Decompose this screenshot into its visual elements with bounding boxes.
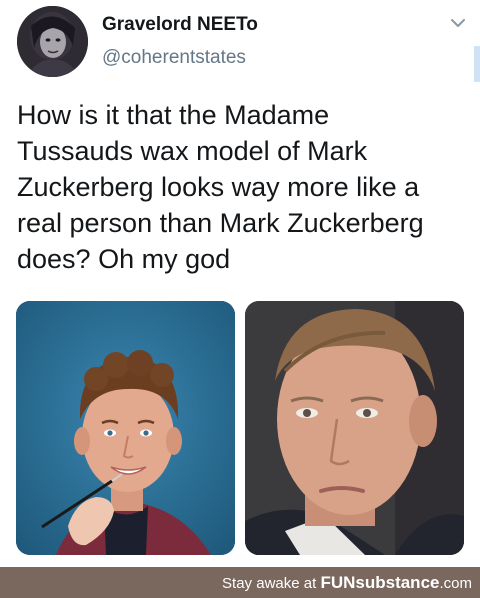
watermark-text: Stay awake at FUNsubstance.com [222, 573, 472, 593]
tweet-text: How is it that the Madame Tussauds wax m… [17, 100, 424, 274]
watermark-footer: Stay awake at FUNsubstance.com [0, 567, 480, 598]
scroll-indicator [474, 46, 480, 82]
real-person-photo[interactable] [245, 301, 464, 555]
watermark-brand-substance: substance [355, 573, 440, 592]
chevron-down-icon[interactable] [448, 15, 468, 31]
watermark-brand-fun: FUN [320, 573, 356, 592]
wax-figure-photo[interactable] [16, 301, 235, 555]
author-handle[interactable]: @coherentstates [102, 47, 246, 69]
author-name[interactable]: Gravelord NEETo [102, 14, 258, 36]
watermark-brand: FUNsubstance [320, 573, 439, 592]
watermark-prefix: Stay awake at [222, 575, 321, 592]
avatar[interactable] [17, 6, 88, 77]
watermark-domain: .com [439, 575, 472, 592]
